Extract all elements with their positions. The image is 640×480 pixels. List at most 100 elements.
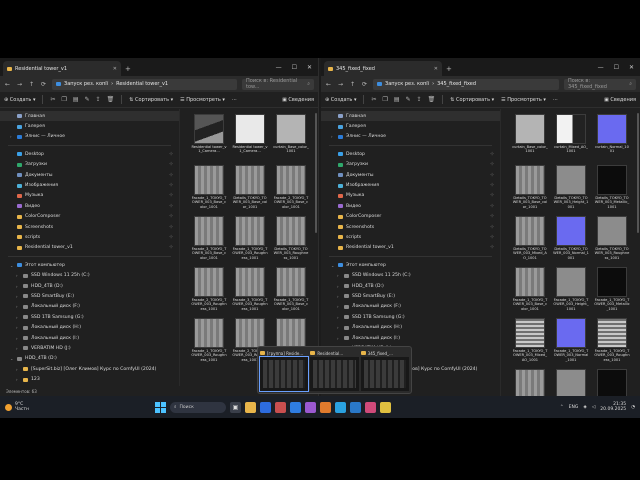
nav-item[interactable]: › SSD Windows 11 25h (C:) xyxy=(0,270,179,280)
file-item[interactable]: Details_TOKYO_TOWER_003_Normal_1001 xyxy=(552,216,590,264)
nav-item[interactable]: Screenshots ⊹ xyxy=(321,222,500,232)
nav-item[interactable]: scripts ⊹ xyxy=(321,232,500,242)
nav-item[interactable]: Галерея xyxy=(321,121,500,131)
path-input[interactable]: Запуск рез. копії › Residential tower_v1 xyxy=(52,78,237,90)
nav-item[interactable]: › SSD 1TB Samsung (G:) xyxy=(321,312,500,322)
create-button[interactable]: ⊕ Создать ▾ xyxy=(4,97,35,103)
nav-item[interactable]: Desktop ⊹ xyxy=(321,149,500,159)
network-icon[interactable]: ◈ xyxy=(583,405,586,410)
sort-button[interactable]: ⇅ Сортировать ▾ xyxy=(129,97,173,103)
file-item[interactable]: curtain_Base_color_1001 xyxy=(511,114,549,162)
file-item[interactable]: Facade_2_TOKYO_TOWER_003_Base_color_1001 xyxy=(272,165,310,213)
volume-icon[interactable]: ◁ xyxy=(592,405,595,410)
scrollbar[interactable] xyxy=(315,113,317,233)
chevron-right-icon[interactable]: › xyxy=(16,377,20,382)
breadcrumb-root[interactable]: Запуск рез. копії xyxy=(385,81,429,87)
nav-item[interactable]: › Локальный диск (I:) xyxy=(0,333,179,343)
breadcrumb-current[interactable]: 345_fixed_fixed xyxy=(437,81,476,87)
file-item[interactable]: Facade_2_TOKYO_TOWER_003_Base_color_1001 xyxy=(511,369,549,396)
file-item[interactable]: Residential tower_v1_Camera... xyxy=(231,114,269,162)
app-icon[interactable] xyxy=(305,401,316,413)
nav-item[interactable]: › Локальный диск (H:) xyxy=(0,322,179,332)
nav-item[interactable]: ⌄ Этот компьютер xyxy=(321,260,500,270)
file-item[interactable]: Facade_1_TOKYO_TOWER_003_Base_color_1001 xyxy=(190,165,228,213)
window-preview[interactable]: [группа] Reside... xyxy=(258,349,310,392)
more-icon[interactable]: ··· xyxy=(553,97,558,103)
windows-start-icon[interactable] xyxy=(155,401,166,413)
file-item[interactable]: Facade_2_TOKYO_TOWER_003_Metallic_1001 xyxy=(593,369,631,396)
nav-item[interactable]: › 123 xyxy=(0,374,179,384)
nav-item[interactable]: › SSD Windows 11 25h (C:) xyxy=(321,270,500,280)
back-icon[interactable]: ← xyxy=(325,81,332,88)
file-item[interactable]: Facade_1_TOKYO_TOWER_003_Base_color_1001 xyxy=(272,267,310,315)
share-icon[interactable]: ⇪ xyxy=(417,96,422,103)
nav-item[interactable]: ColorComposer ⊹ xyxy=(321,212,500,222)
forward-icon[interactable]: → xyxy=(337,81,344,88)
more-icon[interactable]: ··· xyxy=(232,97,237,103)
nav-item[interactable]: Изображения ⊹ xyxy=(321,180,500,190)
file-item[interactable]: Facade_1_TOKYO_TOWER_003_Mixed_AO_1001 xyxy=(511,318,549,366)
nav-item[interactable]: Главная xyxy=(321,111,500,122)
file-item[interactable]: Facade_1_TOKYO_TOWER_003_Metallic_1001 xyxy=(593,267,631,315)
file-item[interactable]: curtain_Mixed_AO_1001 xyxy=(552,114,590,162)
share-icon[interactable]: ⇪ xyxy=(96,96,101,103)
nav-item[interactable]: › Локальный диск (H:) xyxy=(321,322,500,332)
chevron-right-icon[interactable]: › xyxy=(16,336,20,341)
nav-item[interactable]: Изображения ⊹ xyxy=(0,180,179,190)
search-input[interactable]: Поиск в: 345_fixed_fixed ⌕ xyxy=(564,78,636,90)
file-item[interactable]: Details_TOKYO_TOWER_003_Base_color_1001 xyxy=(511,165,549,213)
file-item[interactable]: curtain_Normal_1001 xyxy=(593,114,631,162)
chevron-right-icon[interactable]: › xyxy=(337,294,341,299)
chevron-down-icon[interactable]: ⌄ xyxy=(331,263,335,268)
nav-item[interactable]: Видео ⊹ xyxy=(0,201,179,211)
nav-item[interactable]: › Элнис — Личное xyxy=(321,132,500,142)
up-icon[interactable]: ↑ xyxy=(28,81,35,88)
maximize-icon[interactable]: ☐ xyxy=(292,64,297,71)
refresh-icon[interactable]: ⟳ xyxy=(40,81,47,88)
back-icon[interactable]: ← xyxy=(4,81,11,88)
tab-345-fixed[interactable]: 345_fixed_fixed ✕ xyxy=(324,61,442,76)
chevron-right-icon[interactable]: › xyxy=(337,273,341,278)
clock[interactable]: 21:35 20.09.2025 xyxy=(600,402,626,413)
vscode-icon[interactable] xyxy=(350,401,361,413)
close-tab-icon[interactable]: ✕ xyxy=(113,66,117,72)
file-item[interactable]: Details_TOKYO_TOWER_003_Roughness_1001 xyxy=(593,216,631,264)
edge-icon[interactable] xyxy=(260,401,271,413)
minimize-icon[interactable]: — xyxy=(276,64,282,71)
telegram-icon[interactable] xyxy=(335,401,346,413)
file-item[interactable]: Details_TOKYO_TOWER_003_Base_color_1001 xyxy=(231,165,269,213)
delete-icon[interactable]: 🗑 xyxy=(428,96,436,103)
paste-icon[interactable]: ▤ xyxy=(394,96,400,103)
chevron-right-icon[interactable]: › xyxy=(16,284,20,289)
taskbar-search[interactable]: ⌕ Поиск xyxy=(170,401,226,413)
breadcrumb-root[interactable]: Запуск рез. копії xyxy=(64,81,108,87)
chevron-right-icon[interactable]: › xyxy=(337,315,341,320)
nav-item[interactable]: Музыка ⊹ xyxy=(0,191,179,201)
file-item[interactable]: Facade_1_TOKYO_TOWER_003_Roughness_1001 xyxy=(190,318,228,366)
chevron-right-icon[interactable]: › xyxy=(337,284,341,289)
path-input[interactable]: Запуск рез. копії › 345_fixed_fixed xyxy=(373,78,559,90)
chrome-icon[interactable] xyxy=(380,401,391,413)
file-item[interactable]: Details_TOKYO_TOWER_003_Mixed_AO_1001 xyxy=(511,216,549,264)
details-button[interactable]: ▣ Сведения xyxy=(282,97,314,103)
search-input[interactable]: Поиск в: Residential tow... ⌕ xyxy=(242,78,314,90)
app-icon[interactable] xyxy=(275,401,286,413)
nav-item[interactable]: Музыка ⊹ xyxy=(321,191,500,201)
file-item[interactable]: Facade_3_TOKYO_TOWER_003_Roughness_1001 xyxy=(231,267,269,315)
close-tab-icon[interactable]: ✕ xyxy=(434,66,438,72)
chevron-right-icon[interactable]: › xyxy=(337,304,341,309)
nav-item[interactable]: › [SuperSit.biz] [Олег Климов] Курс по Co… xyxy=(0,364,179,374)
new-tab-button[interactable]: + xyxy=(125,65,131,73)
chevron-right-icon[interactable]: › xyxy=(16,325,20,330)
nav-item[interactable]: ColorComposer ⊹ xyxy=(0,212,179,222)
file-item[interactable]: curtain_Base_color_1001 xyxy=(272,114,310,162)
nav-item[interactable]: › Локальный диск (F:) xyxy=(0,302,179,312)
file-item[interactable]: Details_TOKYO_TOWER_003_Height_1001 xyxy=(552,165,590,213)
delete-icon[interactable]: 🗑 xyxy=(107,96,115,103)
tray-chevron-icon[interactable]: ⌃ xyxy=(560,405,564,410)
chevron-right-icon[interactable]: › xyxy=(10,134,14,139)
nav-item[interactable]: Документы ⊹ xyxy=(0,170,179,180)
app-icon[interactable] xyxy=(365,401,376,413)
nav-item[interactable]: › Элнис — Личное xyxy=(0,132,179,142)
paste-icon[interactable]: ▤ xyxy=(73,96,79,103)
